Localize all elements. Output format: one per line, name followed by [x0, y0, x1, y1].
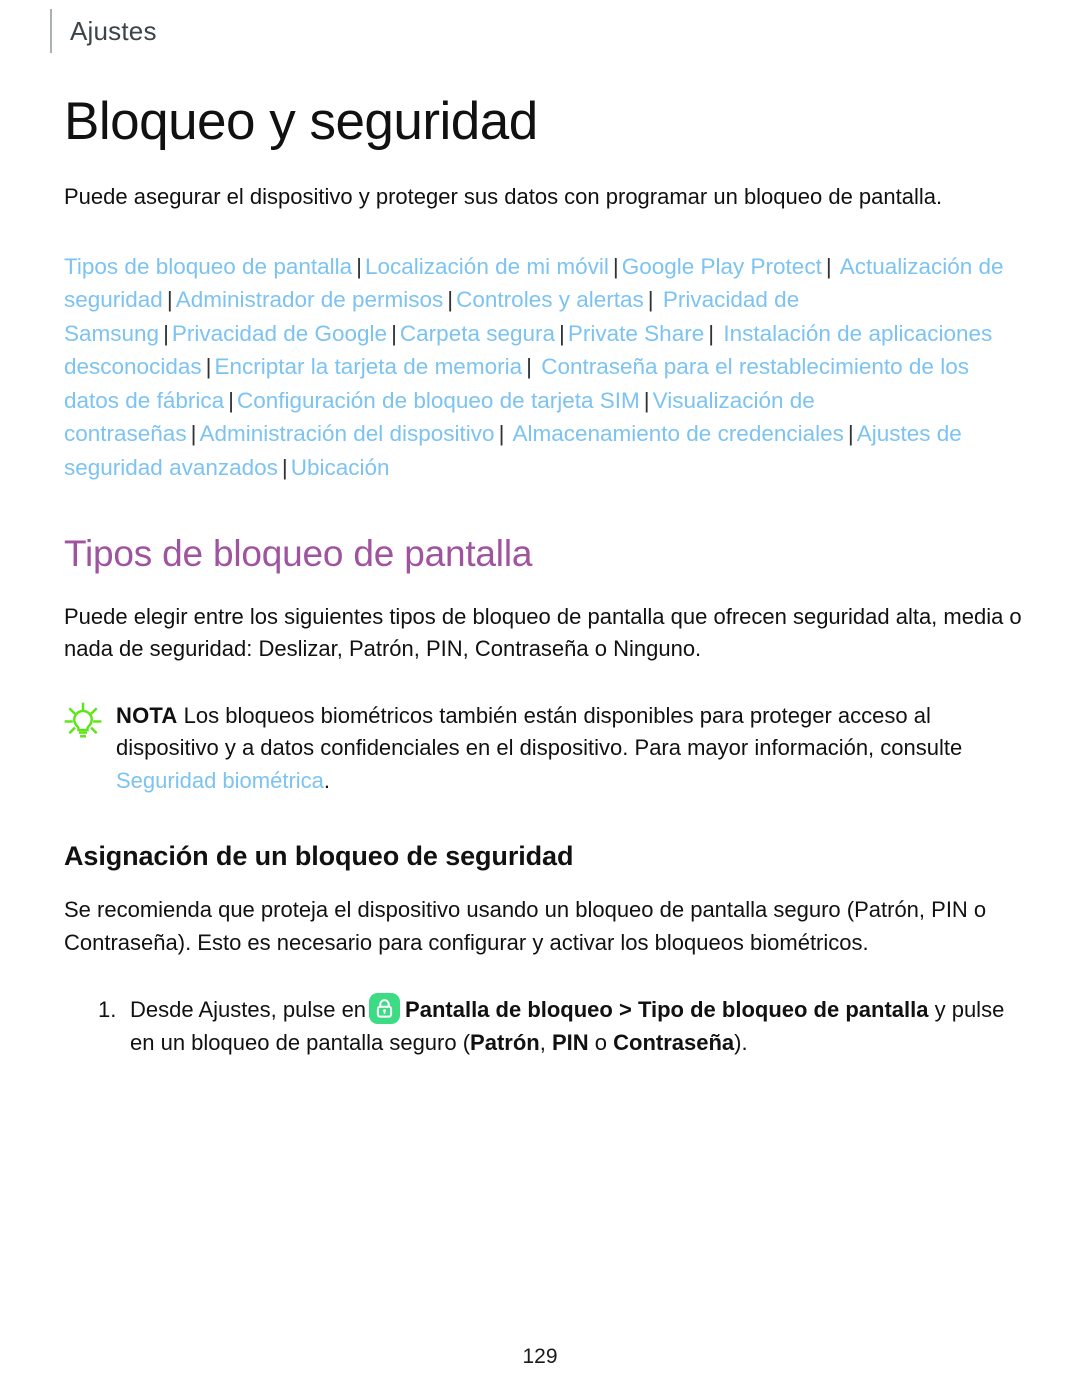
- step-bold-patron: Patrón: [470, 1030, 540, 1056]
- index-separator: |: [447, 287, 454, 313]
- section-heading-tipos-de-bloqueo-de-pantalla: Tipos de bloqueo de pantalla: [64, 532, 533, 574]
- section-paragraph: Puede elegir entre los siguientes tipos …: [64, 603, 1022, 662]
- index-separator: |: [847, 421, 854, 447]
- intro-paragraph: Puede asegurar el dispositivo y proteger…: [64, 184, 943, 210]
- note-text: Los bloqueos biométricos también están d…: [116, 702, 963, 761]
- index-link-google-play-protect[interactable]: Google Play Protect: [622, 254, 822, 279]
- step-text: Desde Ajustes, pulse en Pantalla de bloqu…: [130, 993, 1020, 1059]
- note-text-tail: .: [323, 767, 331, 793]
- index-separator: |: [612, 253, 619, 279]
- index-separator: |: [647, 287, 654, 313]
- index-separator: |: [281, 455, 288, 480]
- index-link-encriptar-la-tarjeta-de-memoria[interactable]: Encriptar la tarjeta de memoria: [214, 354, 522, 379]
- step-number: 1.: [98, 997, 117, 1023]
- index-separator: |: [166, 287, 173, 313]
- step-bold-tipo-de-bloqueo-de-pantalla: Tipo de bloqueo de pantalla: [637, 997, 929, 1023]
- index-link-carpeta-segura[interactable]: Carpeta segura: [400, 321, 555, 346]
- step-bold-pin: PIN: [551, 1030, 589, 1056]
- step-bold-contrasena: Contraseña: [613, 1030, 735, 1056]
- note-callout: NOTA Los bloqueos biométricos también es…: [64, 700, 1024, 798]
- note-link-seguridad-biometrica[interactable]: Seguridad biométrica: [116, 768, 324, 793]
- index-separator: |: [228, 387, 234, 413]
- page-title: Bloqueo y seguridad: [64, 92, 538, 151]
- index-separator: |: [163, 320, 169, 346]
- step-text-part1: Desde Ajustes, pulse en: [130, 997, 367, 1023]
- subsection-heading-asignacion-de-un-bloqueo-de-seguridad: Asignación de un bloqueo de seguridad: [64, 841, 574, 872]
- link-index: Tipos de bloqueo de pantalla | Localizació…: [64, 250, 1014, 485]
- index-separator: |: [559, 320, 565, 346]
- note-body: NOTA Los bloqueos biométricos también es…: [106, 700, 1024, 798]
- index-link-private-share[interactable]: Private Share: [568, 321, 704, 346]
- index-link-configuracion-de-bloqueo-de-tarjeta-sim[interactable]: Configuración de bloqueo de tarjeta SIM: [237, 388, 640, 413]
- lightbulb-icon: [64, 702, 106, 745]
- index-link-ubicacion[interactable]: Ubicación: [291, 455, 390, 480]
- page-content: Bloqueo y seguridad Puede asegurar el di…: [64, 92, 1036, 1059]
- steps-list: 1. Desde Ajustes, pulse en Pantalla de bl…: [64, 993, 1036, 1059]
- list-item: 1. Desde Ajustes, pulse en Pantalla de bl…: [64, 993, 1036, 1059]
- step-text-part3: ).: [734, 1030, 748, 1056]
- step-or: o: [588, 1030, 614, 1056]
- header-divider-rule: [50, 9, 52, 53]
- index-separator: |: [643, 387, 650, 413]
- header-title: Ajustes: [70, 15, 157, 46]
- index-link-almacenamiento-de-credenciales[interactable]: Almacenamiento de credenciales: [512, 421, 843, 446]
- index-link-administracion-del-dispositivo[interactable]: Administración del dispositivo: [199, 421, 494, 446]
- index-separator: |: [190, 421, 197, 447]
- index-separator: |: [825, 253, 832, 279]
- note-label: NOTA: [116, 702, 178, 728]
- step-comma: ,: [539, 1030, 552, 1056]
- index-link-privacidad-de-google[interactable]: Privacidad de Google: [172, 321, 387, 346]
- page-number: 129: [522, 1345, 558, 1368]
- index-separator: |: [708, 320, 715, 346]
- index-link-administrador-de-permisos[interactable]: Administrador de permisos: [176, 287, 444, 312]
- index-separator: |: [391, 320, 397, 346]
- step-chevron: >: [618, 997, 632, 1023]
- running-header: Ajustes: [50, 8, 157, 54]
- step-bold-pantalla-de-bloqueo: Pantalla de bloqueo: [405, 997, 613, 1023]
- subsection-paragraph: Se recomienda que proteja el dispositivo…: [64, 897, 987, 955]
- index-separator: |: [498, 421, 505, 447]
- index-link-localizacion-de-mi-movil[interactable]: Localización de mi móvil: [365, 254, 609, 279]
- index-separator: |: [205, 354, 212, 380]
- lock-icon: [369, 993, 401, 1025]
- index-separator: |: [356, 253, 362, 279]
- index-link-controles-y-alertas[interactable]: Controles y alertas: [456, 287, 644, 312]
- index-separator: |: [526, 354, 532, 380]
- index-link-tipos-de-bloqueo-de-pantalla[interactable]: Tipos de bloqueo de pantalla: [64, 254, 352, 279]
